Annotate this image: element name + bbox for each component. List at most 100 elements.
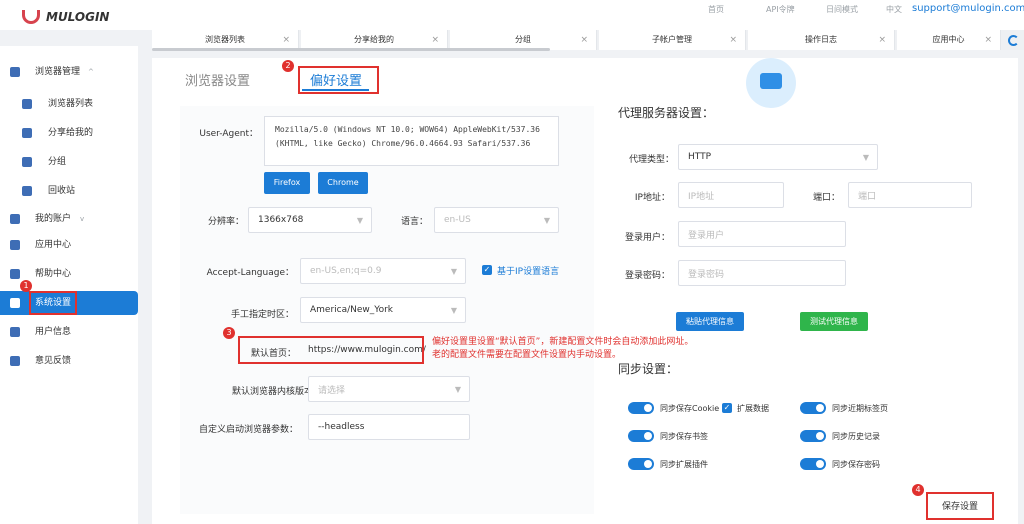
timezone-label: 手工指定时区： [230,310,294,320]
sync-bookmarks-toggle[interactable] [628,430,654,442]
kernel-version-select[interactable]: 请选择 ▼ [308,376,470,402]
browser-manage-icon [10,67,20,77]
accept-language-select[interactable]: en-US,en;q=0.9 ▼ [300,258,466,284]
chevron-down-icon: ▼ [454,384,461,394]
tab-scrollbar[interactable] [152,48,550,51]
chevron-down-icon: ▼ [450,305,457,315]
recycle-icon [22,186,32,196]
sync-section-title: 同步设置： [618,362,679,376]
brand-name: MULOGIN [46,10,110,24]
help-icon [10,269,20,279]
ip-language-label: 基于IP设置语言 [497,267,560,277]
sync-extensions-label: 同步扩展插件 [660,460,708,469]
sidebar-item-browser-manage[interactable]: 浏览器管理 ^ [0,60,138,84]
annotation-box-1 [29,291,77,315]
kernel-version-label: 默认浏览器内核版本： [231,387,322,397]
proxy-password-input[interactable]: 登录密码 [678,260,846,286]
tab-browser-list[interactable]: 浏览器列表 × [152,30,299,50]
top-bar: MULOGIN 首页 API令牌 日间模式 中文 support@mulogin… [0,0,1024,30]
annotation-box-3 [238,336,424,364]
badge-4: 4 [912,484,924,496]
badge-2: 2 [282,60,294,72]
proxy-type-select[interactable]: HTTP ▼ [678,144,878,170]
sidebar-item-browser-list[interactable]: 浏览器列表 [0,92,138,116]
accept-language-label: Accept-Language： [206,268,294,278]
sync-extensions-toggle[interactable] [628,458,654,470]
extension-data-checkbox[interactable]: ✓ [722,403,732,413]
extension-data-label: 扩展数据 [737,404,769,413]
tab-app-center[interactable]: 应用中心 × [897,30,1001,50]
day-mode-toggle[interactable]: 日间模式 [826,4,858,15]
sidebar-item-app-center[interactable]: 应用中心 [0,233,138,257]
sidebar-item-user-info[interactable]: 用户信息 [0,320,138,344]
annotation-line-1: 偏好设置里设置“默认首页”，新建配置文件时会自动添加此网址。 [432,337,694,347]
language-switch[interactable]: 中文 [886,4,902,15]
language-select[interactable]: en-US ▼ [434,207,559,233]
ip-language-checkbox[interactable]: ✓ [482,265,492,275]
sync-recent-tabs-label: 同步近期标签页 [832,404,888,413]
refresh-icon[interactable] [1008,35,1019,46]
chat-bubble[interactable] [746,58,796,108]
tab-sub-accounts[interactable]: 子帐户管理 × [599,30,746,50]
apps-icon [10,240,20,250]
timezone-select[interactable]: America/New_York ▼ [300,297,466,323]
proxy-type-label: 代理类型： [628,155,674,165]
launch-params-input[interactable]: --headless [308,414,470,440]
list-icon [22,99,32,109]
share-icon [22,128,32,138]
account-email[interactable]: support@mulogin.com [912,3,1024,14]
resolution-label: 分辨率： [207,217,244,227]
resolution-select[interactable]: 1366x768 ▼ [248,207,372,233]
sidebar-item-feedback[interactable]: 意见反馈 [0,349,138,373]
sync-passwords-toggle[interactable] [800,458,826,470]
group-icon [22,157,32,167]
logo-icon [22,10,40,24]
close-icon[interactable]: × [729,30,737,50]
sidebar-item-groups[interactable]: 分组 [0,150,138,174]
test-proxy-button[interactable]: 测试代理信息 [800,312,868,331]
language-label: 语言： [400,217,428,227]
close-icon[interactable]: × [282,30,290,50]
sync-cookie-toggle[interactable] [628,402,654,414]
tab-shared[interactable]: 分享给我的 × [301,30,448,50]
sidebar-item-shared[interactable]: 分享给我的 [0,121,138,145]
proxy-password-label: 登录密码： [624,271,670,281]
account-icon [10,214,20,224]
chrome-ua-button[interactable]: Chrome [318,172,368,194]
close-icon[interactable]: × [878,30,886,50]
chevron-down-icon: v [80,215,85,223]
tab-operation-log[interactable]: 操作日志 × [748,30,895,50]
chevron-down-icon: ▼ [543,215,550,225]
badge-3: 3 [223,327,235,339]
sync-bookmarks-label: 同步保存书签 [660,432,708,441]
proxy-section-title: 代理服务器设置： [618,106,715,120]
tab-groups[interactable]: 分组 × [450,30,597,50]
close-icon[interactable]: × [984,30,992,50]
close-icon[interactable]: × [580,30,588,50]
api-token-link[interactable]: API令牌 [766,4,795,15]
proxy-ip-input[interactable]: IP地址 [678,182,784,208]
user-icon [10,327,20,337]
user-agent-label: User-Agent： [199,129,258,139]
proxy-user-label: 登录用户： [624,233,670,243]
proxy-user-input[interactable]: 登录用户 [678,221,846,247]
chevron-down-icon: ▼ [356,215,363,225]
annotation-line-2: 老的配置文件需要在配置文件设置内手动设置。 [432,350,622,360]
sidebar-item-account[interactable]: 我的账户 v [0,207,138,231]
pencil-icon [10,356,20,366]
tab-bar: 浏览器列表 × 分享给我的 × 分组 × 子帐户管理 × 操作日志 × 应用中心 × [152,30,1024,50]
close-icon[interactable]: × [431,30,439,50]
badge-1: 1 [20,280,32,292]
proxy-port-input[interactable]: 端口 [848,182,972,208]
sync-passwords-label: 同步保存密码 [832,460,880,469]
sync-recent-tabs-toggle[interactable] [800,402,826,414]
home-link[interactable]: 首页 [708,4,724,15]
launch-params-label: 自定义启动浏览器参数： [198,425,298,435]
sidebar-item-recycle[interactable]: 回收站 [0,179,138,203]
user-agent-textarea[interactable]: Mozilla/5.0 (Windows NT 10.0; WOW64) App… [264,116,559,166]
paste-proxy-button[interactable]: 粘贴代理信息 [676,312,744,331]
chevron-down-icon: ▼ [862,152,869,162]
tab-browser-settings[interactable]: 浏览器设置 [185,70,250,89]
sync-history-toggle[interactable] [800,430,826,442]
firefox-ua-button[interactable]: Firefox [264,172,310,194]
